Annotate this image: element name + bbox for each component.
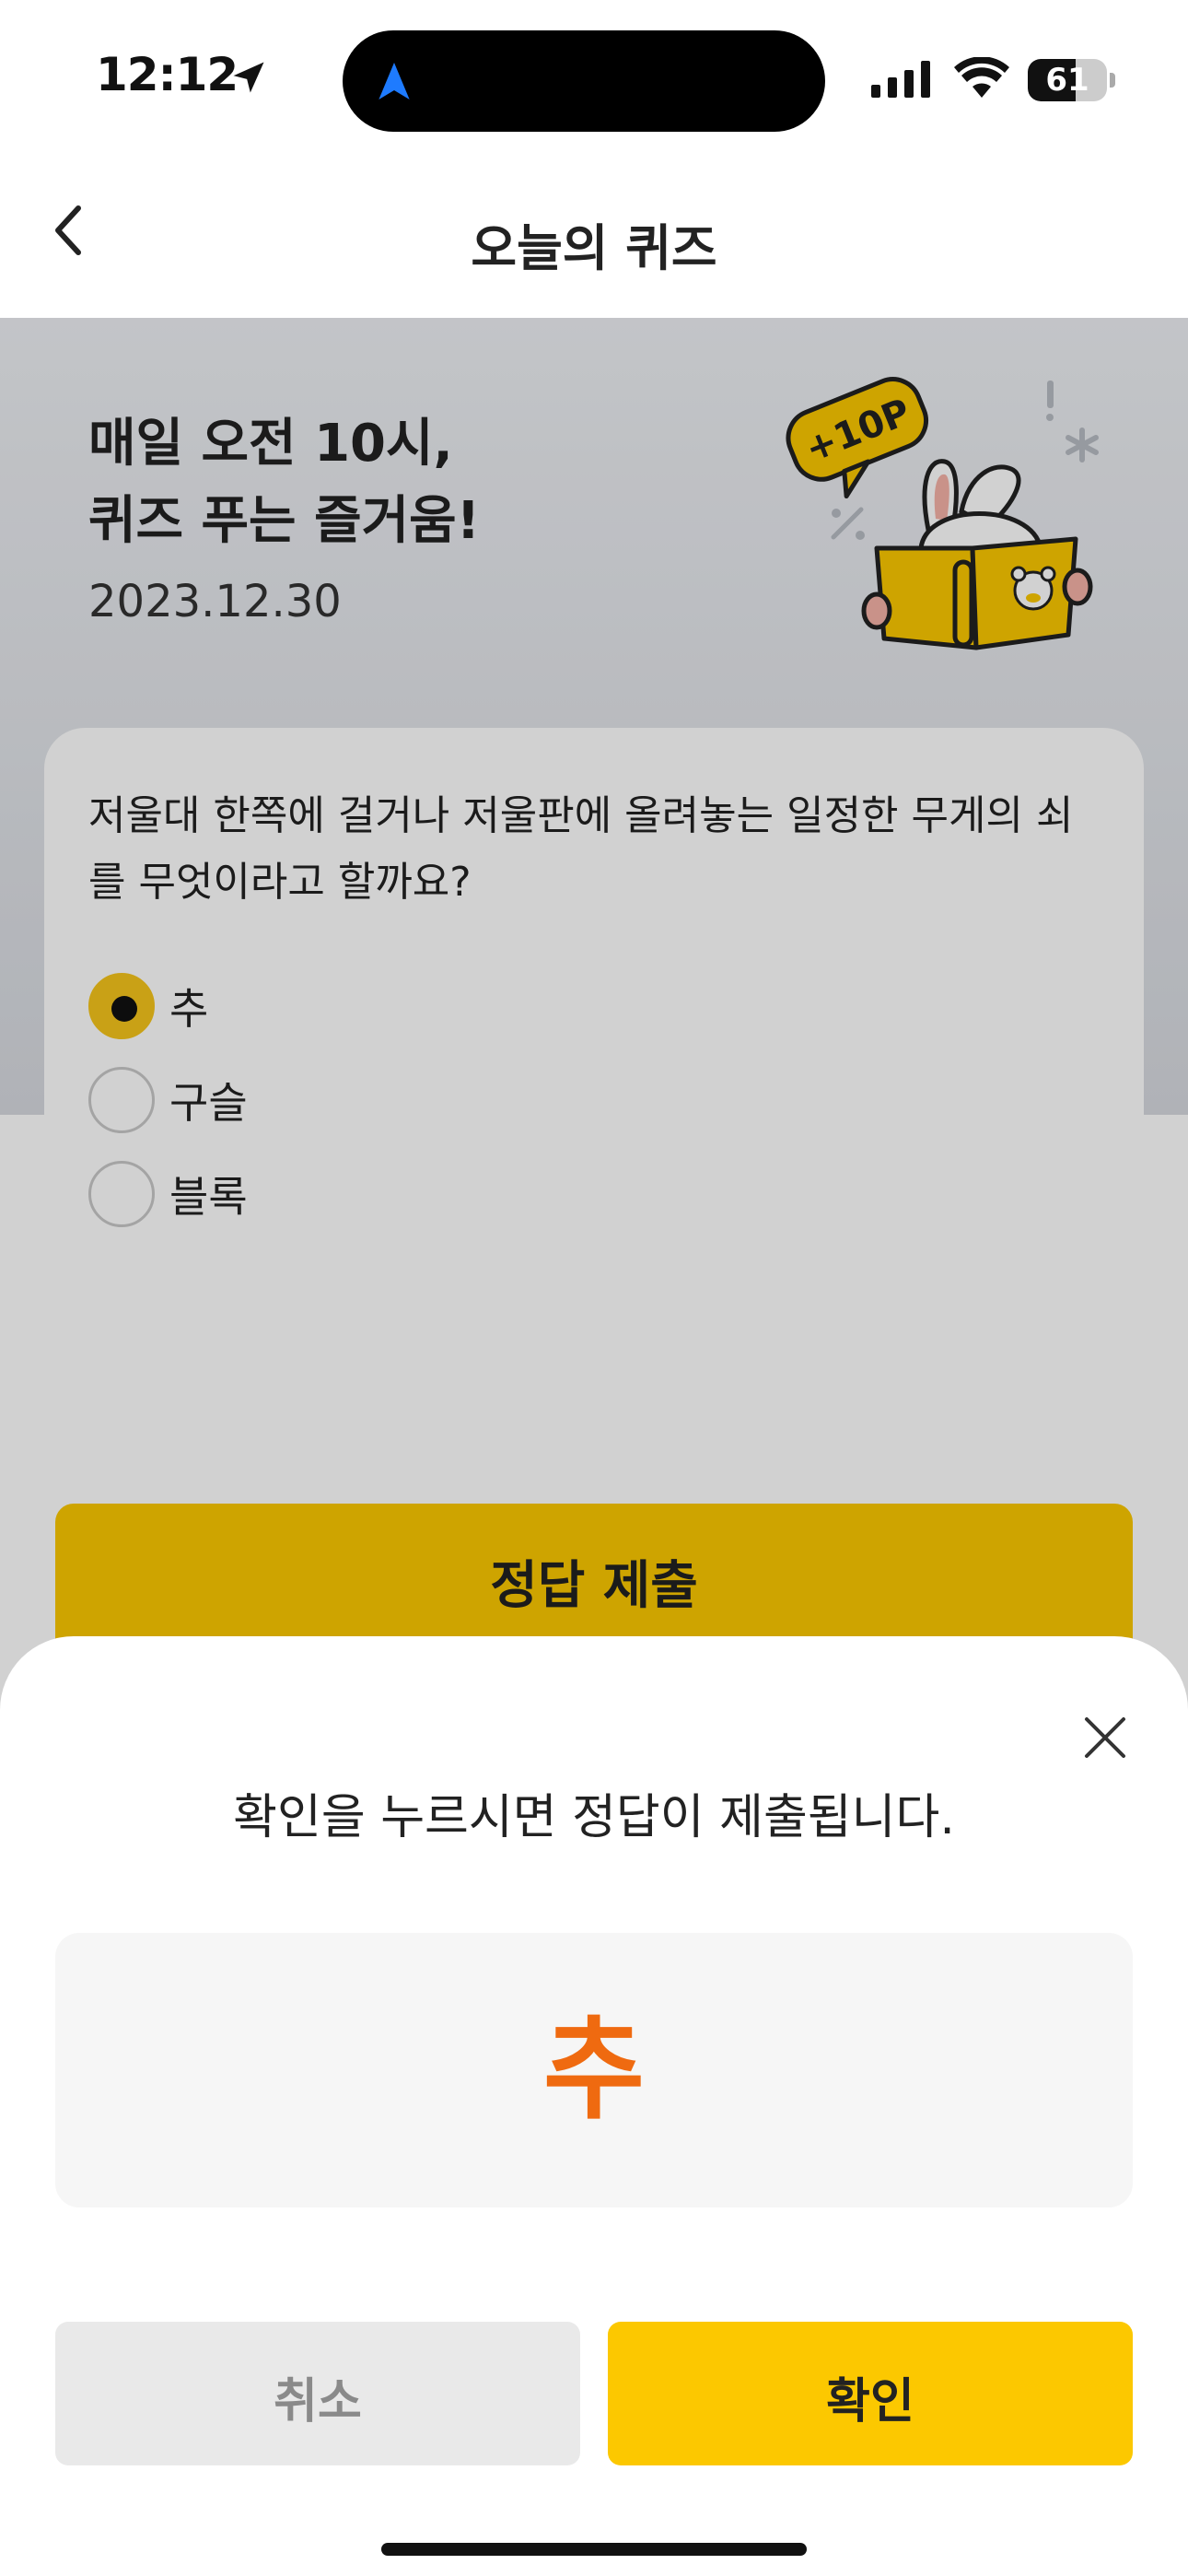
selected-answer: 추: [542, 2007, 646, 2135]
status-time: 12:12: [96, 48, 239, 101]
status-bar: 12:12 61: [0, 0, 1188, 157]
battery-body: 61: [1028, 59, 1107, 101]
navigation-icon: [379, 63, 410, 100]
close-icon[interactable]: [1077, 1710, 1133, 1765]
cellular-signal-icon: [871, 61, 930, 98]
battery-percent: 61: [1045, 62, 1089, 99]
selected-answer-box: 추: [55, 1933, 1133, 2207]
battery-tip: [1110, 73, 1115, 88]
location-arrow-icon: [233, 62, 264, 93]
battery-icon: 61: [1028, 59, 1116, 101]
home-indicator: [381, 2543, 807, 2556]
confirm-label: 확인: [826, 2374, 914, 2430]
cancel-button[interactable]: 취소: [55, 2322, 580, 2465]
confirm-bottom-sheet: 확인을 누르시면 정답이 제출됩니다. 추 취소 확인: [0, 1636, 1188, 2576]
dynamic-island: [343, 30, 825, 132]
cancel-label: 취소: [274, 2374, 362, 2430]
confirm-button[interactable]: 확인: [608, 2322, 1133, 2465]
nav-bar: 오늘의 퀴즈: [0, 157, 1188, 318]
confirm-message: 확인을 누르시면 정답이 제출됩니다.: [233, 1790, 955, 1845]
page-title: 오늘의 퀴즈: [471, 219, 717, 277]
wifi-icon: [954, 57, 1009, 98]
